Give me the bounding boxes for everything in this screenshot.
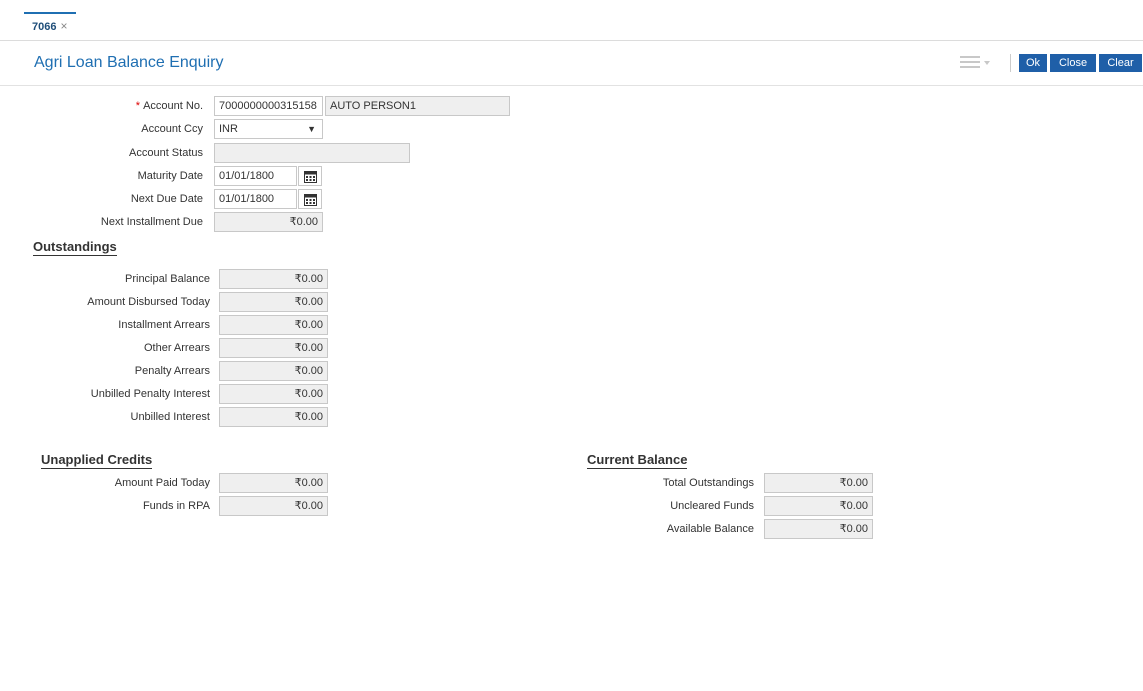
close-button[interactable]: Close bbox=[1050, 54, 1096, 72]
outstandings-heading: Outstandings bbox=[33, 239, 117, 256]
unbilled-penalty-interest-field: ₹0.00 bbox=[219, 384, 328, 404]
total-outstandings-field: ₹0.00 bbox=[764, 473, 873, 493]
installment-arrears-label: Installment Arrears bbox=[118, 319, 210, 331]
unbilled-interest-label: Unbilled Interest bbox=[130, 411, 211, 423]
account-ccy-label: Account Ccy bbox=[141, 123, 203, 135]
funds-in-rpa-label: Funds in RPA bbox=[142, 500, 210, 512]
amount-paid-today-field: ₹0.00 bbox=[219, 473, 328, 493]
account-ccy-select[interactable]: INR ▼ bbox=[214, 119, 323, 139]
next-installment-due-field: ₹0.00 bbox=[214, 212, 323, 232]
unapplied-credits-heading: Unapplied Credits bbox=[41, 452, 153, 469]
calendar-icon[interactable] bbox=[298, 189, 322, 209]
installment-arrears-field: ₹0.00 bbox=[219, 315, 328, 335]
principal-balance-label: Principal Balance bbox=[125, 273, 210, 285]
penalty-arrears-label: Penalty Arrears bbox=[134, 365, 210, 377]
uncleared-funds-field: ₹0.00 bbox=[764, 496, 873, 516]
account-status-label: Account Status bbox=[129, 147, 203, 159]
next-due-date-input[interactable]: 01/01/1800 bbox=[214, 189, 297, 209]
principal-balance-field: ₹0.00 bbox=[219, 269, 328, 289]
available-balance-label: Available Balance bbox=[666, 523, 754, 535]
uncleared-funds-label: Uncleared Funds bbox=[670, 500, 754, 512]
amount-disbursed-today-field: ₹0.00 bbox=[219, 292, 328, 312]
account-no-input[interactable]: 7000000000315158 bbox=[214, 96, 323, 116]
dropdown-arrow-icon: ▼ bbox=[307, 124, 316, 134]
current-balance-heading: Current Balance bbox=[587, 452, 688, 469]
page-title: Agri Loan Balance Enquiry bbox=[34, 54, 224, 71]
hamburger-menu-icon[interactable] bbox=[960, 56, 990, 70]
toolbar-divider bbox=[1010, 54, 1011, 72]
tab-label: 7066 bbox=[32, 21, 57, 33]
available-balance-field: ₹0.00 bbox=[764, 519, 873, 539]
other-arrears-field: ₹0.00 bbox=[219, 338, 328, 358]
amount-paid-today-label: Amount Paid Today bbox=[114, 477, 210, 489]
tab-bar: 7066 × bbox=[0, 0, 1143, 41]
maturity-date-label: Maturity Date bbox=[137, 170, 203, 182]
ok-button[interactable]: Ok bbox=[1019, 54, 1047, 72]
funds-in-rpa-field: ₹0.00 bbox=[219, 496, 328, 516]
penalty-arrears-field: ₹0.00 bbox=[219, 361, 328, 381]
account-no-label: * Account No. bbox=[135, 100, 203, 112]
unbilled-penalty-interest-label: Unbilled Penalty Interest bbox=[90, 388, 210, 400]
calendar-icon[interactable] bbox=[298, 166, 322, 186]
unbilled-interest-field: ₹0.00 bbox=[219, 407, 328, 427]
account-name-field: AUTO PERSON1 bbox=[325, 96, 510, 116]
next-installment-due-label: Next Installment Due bbox=[100, 216, 203, 228]
account-status-field bbox=[214, 143, 410, 163]
maturity-date-input[interactable]: 01/01/1800 bbox=[214, 166, 297, 186]
next-due-date-label: Next Due Date bbox=[130, 193, 203, 205]
clear-button[interactable]: Clear bbox=[1099, 54, 1142, 72]
close-icon[interactable]: × bbox=[60, 19, 67, 33]
total-outstandings-label: Total Outstandings bbox=[662, 477, 754, 489]
amount-disbursed-today-label: Amount Disbursed Today bbox=[87, 296, 210, 308]
other-arrears-label: Other Arrears bbox=[143, 342, 210, 354]
tab-7066[interactable]: 7066 × bbox=[24, 12, 76, 40]
required-marker: * bbox=[135, 100, 141, 112]
header-divider bbox=[0, 85, 1143, 86]
